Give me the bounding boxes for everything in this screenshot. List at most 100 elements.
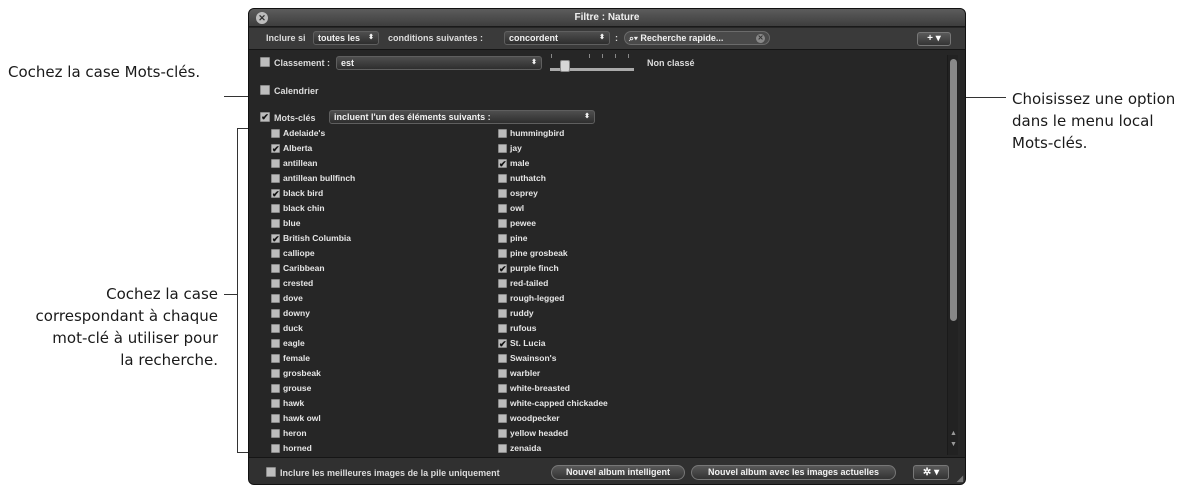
new-smart-album-button[interactable]: Nouvel album intelligent — [551, 465, 685, 480]
keyword-checkbox[interactable] — [271, 294, 280, 303]
callout-keyword-checkboxes: Cochez la case correspondant à chaque mo… — [6, 283, 218, 371]
vertical-scrollbar[interactable]: ▲ ▼ — [947, 55, 958, 455]
keyword-checkbox[interactable] — [271, 279, 280, 288]
rating-operator-value: est — [341, 58, 355, 68]
calendar-checkbox[interactable] — [260, 85, 270, 95]
keyword-checkbox[interactable] — [271, 174, 280, 183]
keyword-checkbox[interactable]: ✔ — [271, 144, 280, 154]
bottom-bar: Inclure les meilleures images de la pile… — [249, 457, 965, 484]
keyword-checkbox[interactable] — [271, 399, 280, 408]
keyword-checkbox[interactable] — [498, 129, 507, 138]
keyword-checkbox[interactable] — [271, 369, 280, 378]
keyword-checkbox[interactable] — [498, 384, 507, 393]
best-images-checkbox[interactable] — [266, 467, 276, 477]
keyword-label: grouse — [283, 383, 312, 393]
filter-window: ✕ Filtre : Nature Inclure si toutes les ⬍… — [248, 8, 966, 485]
slider-tick — [628, 54, 629, 58]
keyword-label: rufous — [510, 323, 537, 333]
keyword-checkbox[interactable] — [271, 354, 280, 363]
keyword-checkbox[interactable] — [271, 129, 280, 138]
keyword-checkbox[interactable]: ✔ — [498, 339, 507, 349]
keyword-label: antillean — [283, 158, 318, 168]
keywords-option-popup[interactable]: incluent l'un des éléments suivants : ⬍ — [329, 110, 595, 124]
keyword-checkbox[interactable] — [271, 204, 280, 213]
keywords-option-value: incluent l'un des éléments suivants : — [334, 112, 491, 122]
keyword-checkbox[interactable] — [498, 309, 507, 318]
include-label: Inclure si — [266, 33, 306, 43]
keyword-checkbox[interactable] — [498, 444, 507, 453]
keyword-label: eagle — [283, 338, 305, 348]
keyword-checkbox[interactable] — [498, 249, 507, 258]
chevron-updown-icon: ⬍ — [584, 113, 590, 120]
keyword-checkbox[interactable] — [498, 204, 507, 213]
concord-popup[interactable]: concordent ⬍ — [504, 31, 610, 45]
keyword-label: osprey — [510, 188, 538, 198]
scroll-down-icon[interactable]: ▼ — [950, 441, 957, 448]
keyword-label: Swainson's — [510, 353, 557, 363]
keyword-checkbox[interactable] — [498, 219, 507, 228]
keyword-label: pine — [510, 233, 528, 243]
keyword-checkbox[interactable] — [271, 414, 280, 423]
resize-grip-icon[interactable]: ◢ — [957, 474, 963, 483]
keyword-checkbox[interactable]: ✔ — [271, 189, 280, 199]
keyword-checkbox[interactable] — [498, 234, 507, 243]
search-placeholder: Recherche rapide... — [640, 33, 724, 43]
keyword-checkbox[interactable] — [498, 144, 507, 153]
keyword-label: dove — [283, 293, 303, 303]
keyword-label: horned — [283, 443, 312, 453]
keyword-label: St. Lucia — [510, 338, 546, 348]
keyword-checkbox[interactable]: ✔ — [498, 159, 507, 169]
keyword-label: pewee — [510, 218, 536, 228]
rating-value: Non classé — [647, 58, 695, 68]
keyword-checkbox[interactable] — [271, 249, 280, 258]
callout-line: Mots-clés. — [1012, 134, 1088, 152]
keyword-checkbox[interactable] — [498, 369, 507, 378]
keyword-checkbox[interactable] — [498, 399, 507, 408]
keyword-checkbox[interactable] — [271, 384, 280, 393]
keyword-checkbox[interactable] — [498, 174, 507, 183]
keyword-checkbox[interactable] — [271, 309, 280, 318]
keyword-checkbox[interactable] — [498, 189, 507, 198]
keyword-label: crested — [283, 278, 314, 288]
chevron-updown-icon: ⬍ — [599, 34, 605, 41]
keyword-label: purple finch — [510, 263, 559, 273]
keyword-label: warbler — [510, 368, 541, 378]
keyword-label: female — [283, 353, 310, 363]
keyword-checkbox[interactable] — [271, 219, 280, 228]
keyword-checkbox[interactable] — [498, 354, 507, 363]
callout-line: Choisissez une option — [1012, 90, 1176, 108]
keyword-label: Alberta — [283, 143, 313, 153]
scroll-up-icon[interactable]: ▲ — [950, 430, 957, 437]
callout-line: dans le menu local — [1012, 112, 1154, 130]
rating-checkbox[interactable] — [260, 57, 270, 67]
keyword-checkbox[interactable] — [498, 429, 507, 438]
keyword-checkbox[interactable] — [498, 279, 507, 288]
rating-slider-knob[interactable] — [560, 60, 570, 72]
keyword-checkbox[interactable] — [498, 294, 507, 303]
keywords-checkbox[interactable]: ✔ — [260, 112, 270, 122]
gear-menu-button[interactable]: ✲ ▾ — [913, 465, 949, 480]
keyword-label: ruddy — [510, 308, 534, 318]
new-album-current-button[interactable]: Nouvel album avec les images actuelles — [691, 465, 896, 480]
match-popup-value: toutes les — [318, 33, 361, 43]
keyword-label: jay — [510, 143, 522, 153]
clear-search-icon[interactable]: ✕ — [756, 34, 765, 43]
add-rule-button[interactable]: + ▾ — [917, 32, 951, 46]
keyword-label: Adelaide's — [283, 128, 326, 138]
keyword-checkbox[interactable] — [271, 339, 280, 348]
keyword-checkbox[interactable] — [271, 324, 280, 333]
keyword-checkbox[interactable] — [498, 414, 507, 423]
match-popup[interactable]: toutes les ⬍ — [313, 31, 379, 45]
slider-tick — [615, 54, 616, 58]
keyword-checkbox[interactable]: ✔ — [498, 264, 507, 274]
quick-search-field[interactable]: ⌕▾ Recherche rapide... ✕ — [624, 31, 770, 45]
keyword-checkbox[interactable] — [271, 264, 280, 273]
rating-label: Classement : — [274, 58, 331, 68]
rating-operator-popup[interactable]: est ⬍ — [336, 56, 542, 70]
keyword-checkbox[interactable]: ✔ — [271, 234, 280, 244]
keyword-checkbox[interactable] — [271, 159, 280, 168]
scrollbar-thumb[interactable] — [950, 59, 957, 321]
keyword-checkbox[interactable] — [271, 429, 280, 438]
keyword-checkbox[interactable] — [271, 444, 280, 453]
keyword-checkbox[interactable] — [498, 324, 507, 333]
